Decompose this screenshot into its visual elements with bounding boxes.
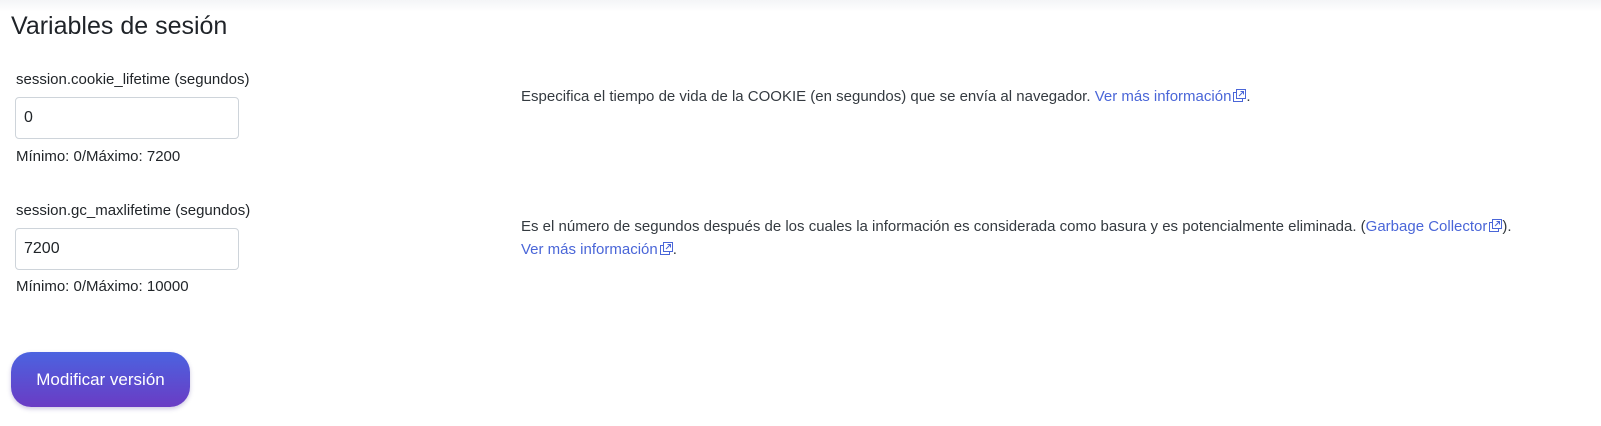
punctuation: . — [672, 241, 677, 258]
cookie-lifetime-label: session.cookie_lifetime (segundos) — [16, 71, 250, 88]
more-info-link[interactable]: Ver más información — [521, 241, 673, 258]
more-info-link-text: Ver más información — [521, 241, 658, 258]
external-link-icon — [659, 242, 673, 255]
modify-version-button[interactable]: Modificar versión — [11, 352, 190, 407]
gc-maxlifetime-hint: Mínimo: 0/Máximo: 10000 — [16, 278, 189, 295]
gc-maxlifetime-label: session.gc_maxlifetime (segundos) — [16, 202, 251, 219]
punctuation: . — [1246, 88, 1251, 105]
cookie-lifetime-description: Especifica el tiempo de vida de la COOKI… — [521, 85, 1596, 108]
garbage-collector-link-text: Garbage Collector — [1365, 218, 1488, 235]
external-link-icon — [1233, 89, 1247, 102]
section-title: Variables de sesión — [11, 12, 228, 40]
cookie-lifetime-hint: Mínimo: 0/Máximo: 7200 — [16, 148, 181, 165]
session-variables-page: Variables de sesión session.cookie_lifet… — [0, 0, 1601, 426]
punctuation: ). — [1502, 218, 1512, 235]
description-text: Es el número de segundos después de los … — [521, 218, 1366, 235]
description-text: Especifica el tiempo de vida de la COOKI… — [521, 88, 1095, 105]
garbage-collector-link[interactable]: Garbage Collector — [1366, 218, 1503, 235]
gc-maxlifetime-input[interactable] — [15, 228, 239, 270]
more-info-link-text: Ver más información — [1094, 88, 1232, 105]
more-info-link[interactable]: Ver más información — [1095, 88, 1247, 105]
top-divider — [0, 0, 1601, 12]
external-link-icon — [1489, 219, 1503, 232]
cookie-lifetime-input[interactable] — [15, 97, 239, 139]
gc-maxlifetime-description: Es el número de segundos después de los … — [521, 215, 1596, 261]
